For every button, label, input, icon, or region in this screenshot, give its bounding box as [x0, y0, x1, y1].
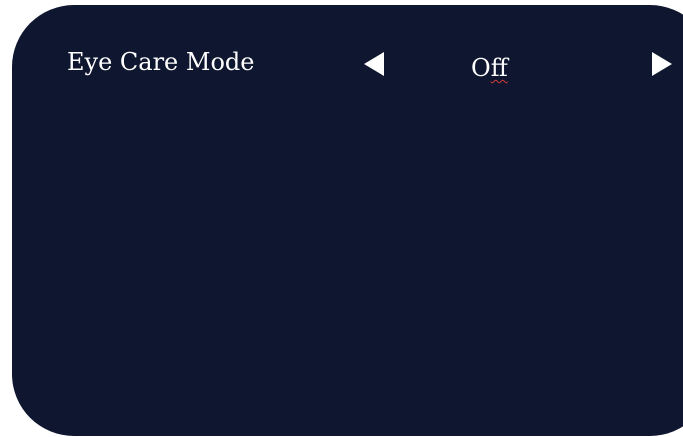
eye-care-mode-label: Eye Care Mode — [67, 48, 255, 76]
value-rest-text: ff — [490, 54, 508, 82]
eye-care-mode-value[interactable]: Off — [471, 52, 508, 84]
next-option-icon[interactable] — [652, 52, 672, 76]
previous-option-icon[interactable] — [364, 52, 384, 76]
value-first-letter: O — [471, 54, 491, 82]
